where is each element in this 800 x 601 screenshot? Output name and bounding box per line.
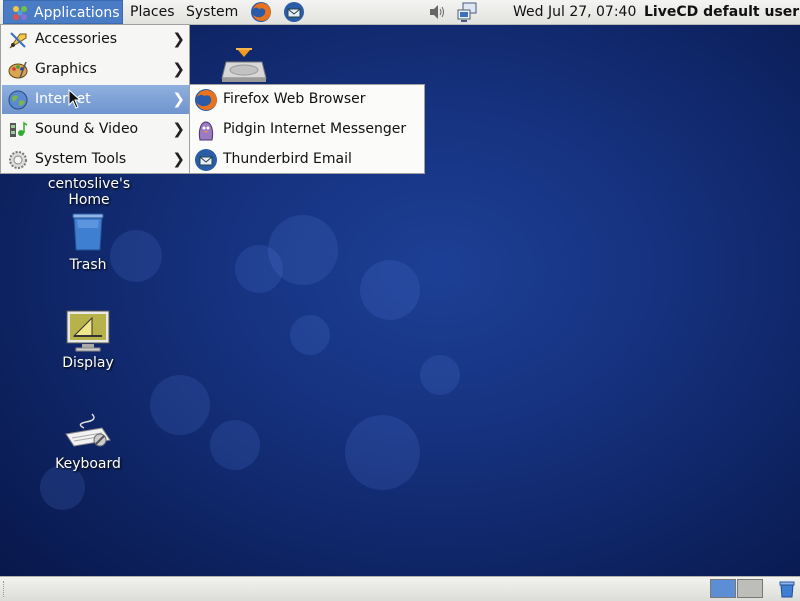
- user-switcher[interactable]: LiveCD default user: [644, 0, 799, 24]
- drive-icon[interactable]: [220, 48, 268, 84]
- accessories-icon: [9, 32, 27, 49]
- desktop-icon-home-label: centoslive's Home: [47, 176, 131, 208]
- pidgin-icon: [198, 121, 214, 141]
- display-icon: [66, 310, 110, 352]
- volume-icon[interactable]: [426, 1, 448, 23]
- desktop-icon-trash[interactable]: Trash: [38, 208, 138, 273]
- menu-item-accessories-label: Accessories: [35, 31, 118, 47]
- trash-applet-icon[interactable]: [777, 579, 797, 599]
- places-menu[interactable]: Places: [124, 0, 181, 24]
- keyboard-icon: [65, 413, 111, 447]
- system-tools-icon: [9, 151, 27, 169]
- chevron-right-icon: ❯: [172, 30, 185, 48]
- top-panel: Applications Places System Wed Jul 27, 0…: [0, 0, 800, 25]
- desktop-icon-display[interactable]: Display: [38, 308, 138, 371]
- system-menu-label: System: [186, 4, 239, 20]
- network-icon[interactable]: [456, 1, 478, 23]
- chevron-right-icon: ❯: [172, 150, 185, 168]
- menu-item-accessories[interactable]: Accessories ❯: [2, 25, 189, 54]
- workspace-2[interactable]: [737, 579, 763, 598]
- show-desktop-handle[interactable]: [3, 581, 8, 597]
- bottom-panel: [0, 576, 800, 601]
- chevron-right-icon: ❯: [172, 90, 185, 108]
- desktop-icon-keyboard[interactable]: Keyboard: [38, 412, 138, 472]
- gnome-foot-icon: [13, 6, 27, 20]
- desktop-icon-keyboard-label: Keyboard: [55, 456, 121, 472]
- submenu-item-thunderbird-label: Thunderbird Email: [223, 151, 352, 167]
- desktop-icon-home[interactable]: centoslive's Home: [39, 176, 139, 208]
- system-menu[interactable]: System: [180, 0, 244, 24]
- internet-globe-icon: [8, 90, 28, 110]
- chevron-right-icon: ❯: [172, 120, 185, 138]
- submenu-item-firefox-label: Firefox Web Browser: [223, 91, 366, 107]
- menu-item-internet-label: Internet: [35, 91, 91, 107]
- firefox-icon: [195, 89, 217, 111]
- workspace-1[interactable]: [710, 579, 736, 598]
- places-menu-label: Places: [130, 4, 175, 20]
- graphics-icon: [8, 61, 28, 79]
- menu-item-graphics-label: Graphics: [35, 61, 97, 77]
- menu-item-graphics[interactable]: Graphics ❯: [2, 55, 189, 84]
- firefox-icon[interactable]: [250, 1, 272, 23]
- submenu-item-thunderbird[interactable]: Thunderbird Email: [191, 145, 423, 175]
- applications-dropdown: Accessories ❯ Graphics ❯ Internet ❯ Soun…: [0, 24, 190, 174]
- chevron-right-icon: ❯: [172, 60, 185, 78]
- thunderbird-icon[interactable]: [283, 1, 305, 23]
- thunderbird-icon: [195, 149, 217, 171]
- desktop-icon-display-label: Display: [62, 355, 114, 371]
- applications-menu[interactable]: Applications: [3, 0, 123, 24]
- desktop-icon-trash-label: Trash: [69, 257, 107, 273]
- menu-item-system-tools-label: System Tools: [35, 151, 127, 167]
- sound-video-icon: [10, 121, 28, 137]
- trash-icon: [72, 213, 104, 251]
- mouse-cursor-icon: [68, 89, 82, 109]
- menu-item-system-tools[interactable]: System Tools ❯: [2, 145, 189, 174]
- applications-menu-label: Applications: [34, 5, 120, 21]
- menu-item-sound-video-label: Sound & Video: [35, 121, 139, 137]
- submenu-item-pidgin[interactable]: Pidgin Internet Messenger: [191, 115, 423, 145]
- submenu-item-firefox[interactable]: Firefox Web Browser: [191, 85, 423, 115]
- submenu-item-pidgin-label: Pidgin Internet Messenger: [223, 121, 407, 137]
- internet-submenu: Firefox Web Browser Pidgin Internet Mess…: [189, 84, 425, 174]
- menu-item-sound-video[interactable]: Sound & Video ❯: [2, 115, 189, 144]
- panel-clock[interactable]: Wed Jul 27, 07:40: [513, 0, 636, 24]
- menu-item-internet[interactable]: Internet ❯: [2, 85, 189, 114]
